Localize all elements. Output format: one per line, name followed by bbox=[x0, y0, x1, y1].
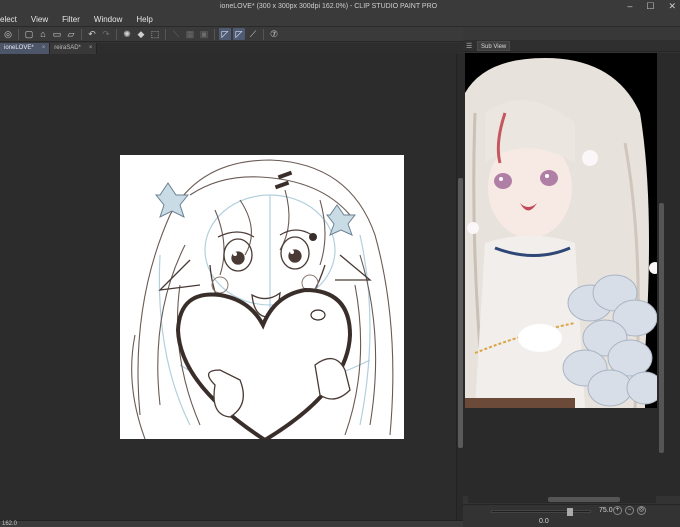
new-icon[interactable]: ▢ bbox=[23, 28, 35, 40]
snap-ruler-icon[interactable]: ◸ bbox=[219, 28, 231, 40]
zoom-readout[interactable]: 162.0 bbox=[2, 521, 17, 527]
open-icon[interactable]: ⌂ bbox=[37, 28, 49, 40]
tab-sub-view[interactable]: Sub View bbox=[477, 41, 511, 51]
loading-icon[interactable]: ✺ bbox=[121, 28, 133, 40]
zoom-buttons: + − ◎ bbox=[613, 506, 646, 515]
separator bbox=[81, 28, 82, 40]
transform-icon[interactable]: ⬚ bbox=[149, 28, 161, 40]
separator bbox=[116, 28, 117, 40]
slider-knob[interactable] bbox=[567, 508, 573, 516]
maximize-button[interactable]: ☐ bbox=[646, 1, 654, 12]
subview-controls: 75.0 + − ◎ 0.0 bbox=[463, 504, 680, 527]
panel-menu-icon[interactable]: ☰ bbox=[466, 42, 472, 50]
canvas-vertical-scrollbar[interactable] bbox=[456, 54, 463, 520]
menu-filter[interactable]: Filter bbox=[55, 14, 87, 26]
close-button[interactable]: ✕ bbox=[668, 1, 676, 12]
menu-bar: ioneLOVE* (300 x 300px 300dpi 162.0%) - … bbox=[0, 0, 680, 27]
zoom-in-icon[interactable]: + bbox=[613, 506, 622, 515]
redo-icon[interactable]: ↷ bbox=[100, 28, 112, 40]
subview-horizontal-scrollbar[interactable] bbox=[468, 496, 656, 503]
separator bbox=[214, 28, 215, 40]
zoom-out-icon[interactable]: − bbox=[625, 506, 634, 515]
menu-window[interactable]: Window bbox=[87, 14, 129, 26]
document-tabs: ioneLOVE* × reiraSAD* × bbox=[0, 43, 463, 54]
zoom-slider[interactable] bbox=[491, 508, 591, 516]
sub-view-panel bbox=[463, 53, 680, 496]
window-title: ioneLOVE* (300 x 300px 300dpi 162.0%) - … bbox=[220, 3, 438, 10]
window-controls: – ☐ ✕ bbox=[627, 1, 676, 12]
grid-icon[interactable]: ▦ bbox=[184, 28, 196, 40]
command-bar: ◎ ▢ ⌂ ▭ ▱ ↶ ↷ ✺ ◆ ⬚ ⟍ ▦ ▣ ◸ ◸ ⟋ ⑦ bbox=[0, 27, 463, 42]
menu-view[interactable]: View bbox=[24, 14, 55, 26]
tab-ionelove[interactable]: ioneLOVE* × bbox=[0, 43, 51, 54]
fit-icon[interactable]: ◎ bbox=[637, 506, 646, 515]
subview-vertical-scrollbar[interactable] bbox=[657, 53, 666, 496]
save-icon[interactable]: ▭ bbox=[51, 28, 63, 40]
clip-studio-window: ioneLOVE* (300 x 300px 300dpi 162.0%) - … bbox=[0, 0, 680, 527]
scrollbar-thumb[interactable] bbox=[659, 203, 664, 453]
snap-special-ruler-icon[interactable]: ◸ bbox=[233, 28, 245, 40]
undo-icon[interactable]: ↶ bbox=[86, 28, 98, 40]
print-icon[interactable]: ▱ bbox=[65, 28, 77, 40]
close-icon[interactable]: × bbox=[42, 43, 46, 54]
zoom-value[interactable]: 75.0 bbox=[599, 507, 613, 514]
ruler-icon[interactable]: ⟍ bbox=[170, 28, 182, 40]
separator bbox=[263, 28, 264, 40]
subview-tabbar: ☰ Sub View bbox=[463, 40, 680, 52]
tab-label: reiraSAD* bbox=[54, 45, 81, 51]
sync-icon[interactable]: ⑦ bbox=[268, 28, 280, 40]
menu-help[interactable]: Help bbox=[129, 14, 159, 26]
fill-icon[interactable]: ◆ bbox=[135, 28, 147, 40]
rotation-value[interactable]: 0.0 bbox=[539, 518, 549, 525]
separator bbox=[18, 28, 19, 40]
menus: elect View Filter Window Help bbox=[0, 14, 160, 26]
close-icon[interactable]: × bbox=[89, 43, 93, 54]
drawing-canvas[interactable] bbox=[120, 155, 404, 439]
crop-icon[interactable]: ▣ bbox=[198, 28, 210, 40]
minimize-button[interactable]: – bbox=[627, 1, 632, 12]
tab-reirasad[interactable]: reiraSAD* × bbox=[50, 43, 98, 54]
panel-header bbox=[463, 27, 680, 40]
scrollbar-thumb[interactable] bbox=[548, 497, 620, 502]
sketch-artwork bbox=[131, 159, 394, 439]
tab-label: ioneLOVE* bbox=[4, 45, 34, 51]
reference-illustration bbox=[465, 53, 659, 408]
separator bbox=[165, 28, 166, 40]
reference-image[interactable] bbox=[465, 53, 659, 408]
menu-select[interactable]: elect bbox=[0, 14, 24, 26]
canvas-icon[interactable]: ◎ bbox=[2, 28, 14, 40]
pen-icon[interactable]: ⟋ bbox=[247, 28, 259, 40]
status-bar: 162.0 bbox=[0, 520, 463, 527]
